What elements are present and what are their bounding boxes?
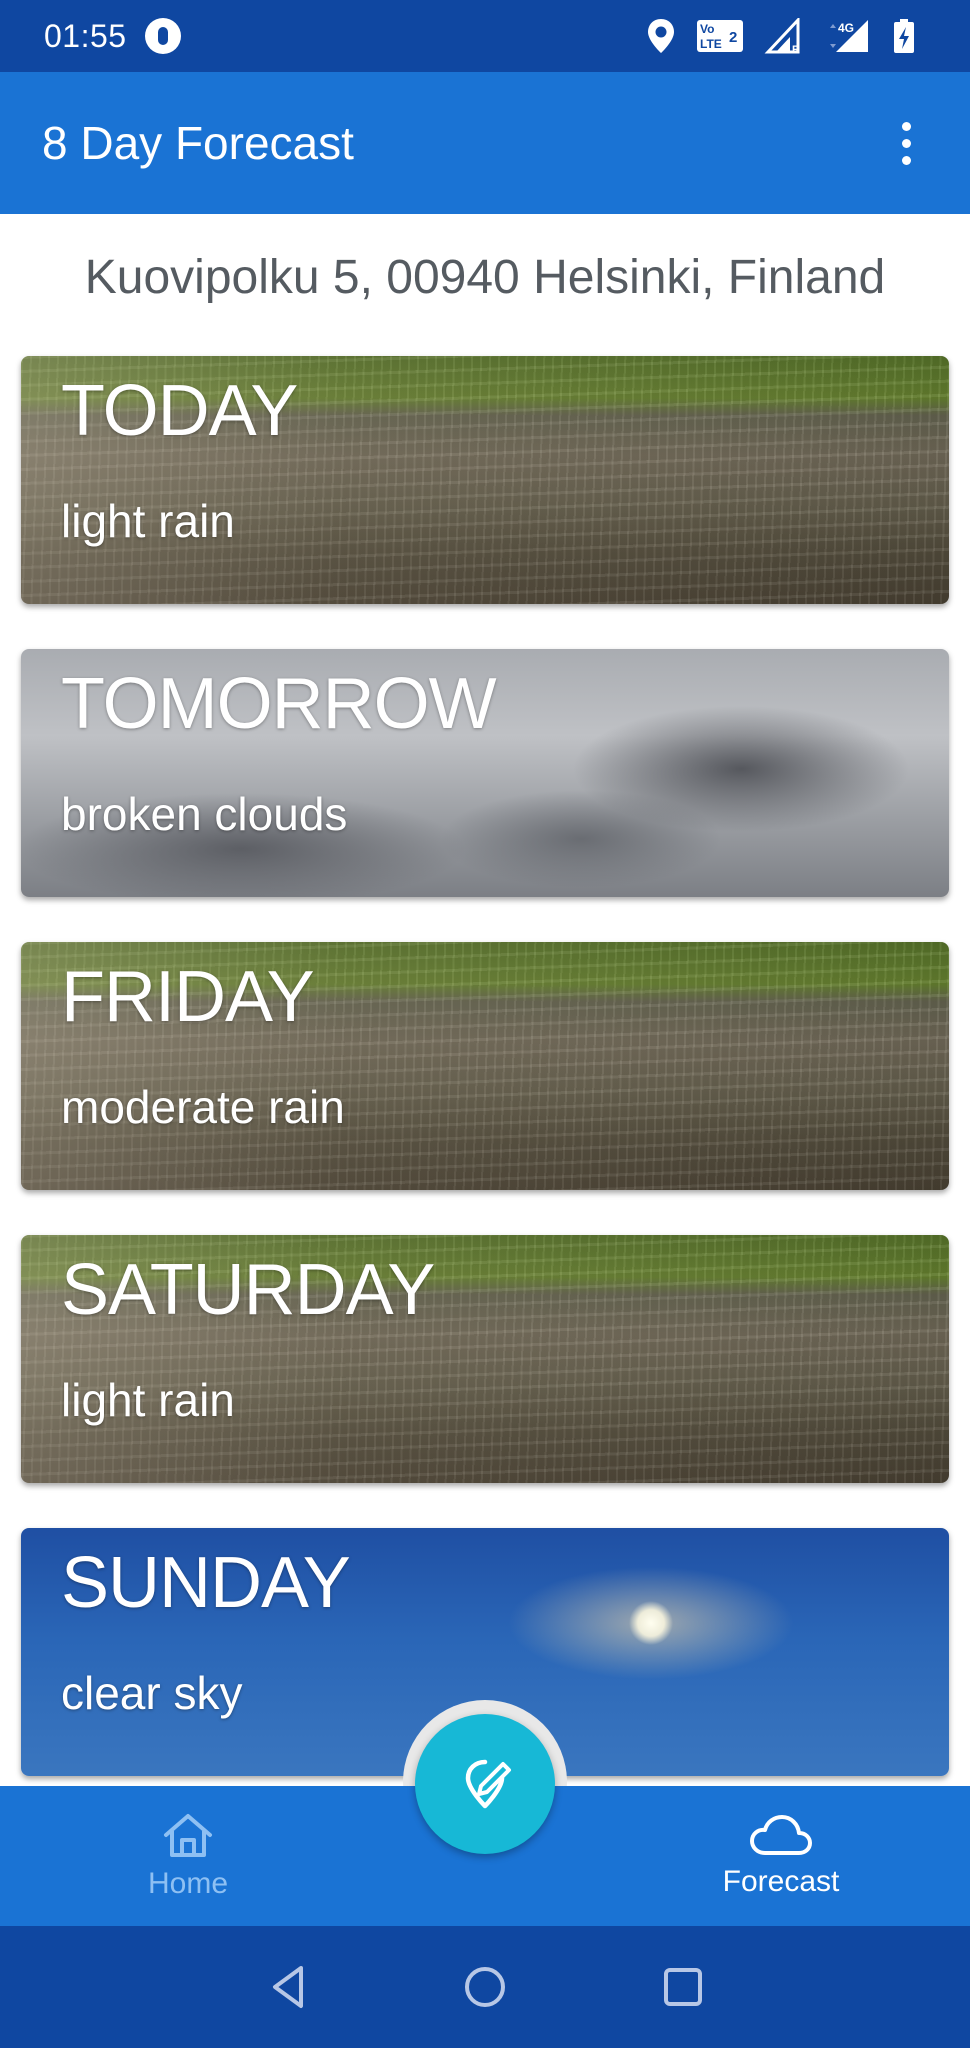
recents-icon[interactable] [658, 1962, 708, 2012]
svg-text:R: R [792, 44, 800, 54]
battery-charging-icon [894, 19, 914, 53]
more-vert-icon[interactable] [886, 113, 926, 173]
forecast-card-friday[interactable]: FRIDAY moderate rain [21, 942, 949, 1190]
notification-app-icon [144, 18, 181, 54]
svg-text:Vo: Vo [700, 22, 714, 36]
screen: 01:55 Vo LTE 2 R 4G 8 Day Forecast Kuovi… [0, 0, 970, 2048]
app-title: 8 Day Forecast [42, 117, 354, 169]
forecast-day: TODAY [61, 371, 298, 451]
forecast-description: clear sky [61, 1667, 243, 1719]
status-bar: 01:55 Vo LTE 2 R 4G [0, 0, 970, 72]
nav-label-forecast: Forecast [722, 1865, 840, 1898]
forecast-description: light rain [61, 1374, 235, 1426]
status-time: 01:55 [44, 17, 127, 54]
forecast-card-today[interactable]: TODAY light rain [21, 356, 949, 604]
nav-label-home: Home [147, 1867, 229, 1900]
back-icon[interactable] [265, 1962, 315, 2012]
location-edit-icon [465, 1759, 511, 1809]
forecast-list: TODAY light rain TOMORROW broken clouds … [21, 356, 949, 1821]
location-pin-icon [648, 19, 674, 53]
forecast-description: light rain [61, 495, 235, 547]
volte-icon: Vo LTE 2 [697, 20, 743, 52]
cloud-icon [750, 1815, 812, 1855]
location-edit-fab[interactable] [415, 1714, 555, 1854]
forecast-day: FRIDAY [61, 957, 315, 1037]
location-address: Kuovipolku 5, 00940 Helsinki, Finland [84, 251, 886, 304]
forecast-card-tomorrow[interactable]: TOMORROW broken clouds [21, 649, 949, 897]
signal-roaming-icon: R [764, 18, 800, 54]
status-right: Vo LTE 2 R 4G [646, 18, 916, 54]
svg-text:LTE: LTE [700, 37, 722, 51]
app-bar: 8 Day Forecast [0, 72, 970, 214]
forecast-description: broken clouds [61, 788, 348, 840]
forecast-day: SATURDAY [61, 1250, 435, 1330]
svg-text:2: 2 [729, 29, 737, 46]
forecast-day: SUNDAY [61, 1543, 351, 1623]
svg-text:4G: 4G [838, 21, 854, 35]
forecast-day: TOMORROW [61, 664, 497, 744]
status-left: 01:55 [44, 18, 181, 55]
nav-item-forecast[interactable]: Forecast [661, 1786, 901, 1926]
forecast-card-saturday[interactable]: SATURDAY light rain [21, 1235, 949, 1483]
system-navigation-bar [0, 1926, 970, 2048]
home-icon [164, 1814, 212, 1857]
nav-item-home[interactable]: Home [68, 1786, 308, 1926]
signal-4g-icon: 4G [830, 20, 868, 52]
home-circle-icon[interactable] [460, 1962, 510, 2012]
forecast-description: moderate rain [61, 1081, 345, 1133]
